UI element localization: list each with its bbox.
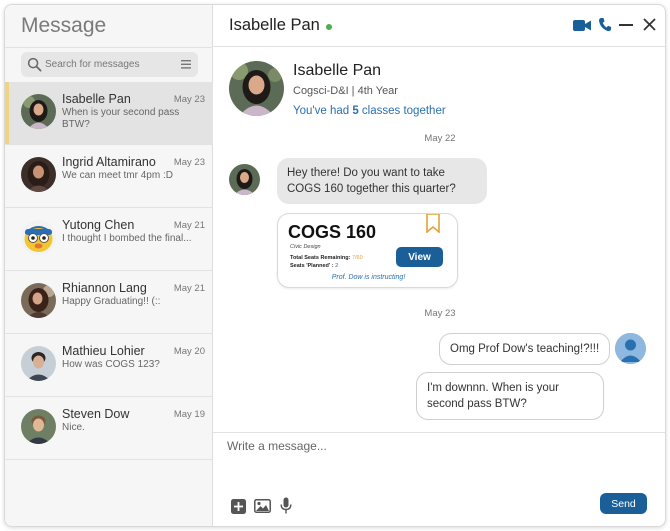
avatar [21, 220, 56, 255]
online-status-dot [326, 24, 332, 30]
message-input[interactable] [227, 439, 647, 463]
message-preview: Nice. [62, 422, 85, 433]
avatar [229, 164, 260, 195]
chat-header: Isabelle Pan [213, 5, 665, 47]
message-preview: Happy Graduating!! (:: [62, 296, 161, 307]
conversation-date: May 19 [173, 409, 205, 420]
conversation-date: May 21 [173, 283, 205, 294]
message-preview: How was COGS 123? [62, 359, 160, 370]
divider [5, 47, 213, 48]
course-code: COGS 160 [288, 222, 377, 242]
seats-planned: Seats 'Planned' : 2 [290, 263, 338, 269]
conversation-item[interactable]: Mathieu Lohier May 20 How was COGS 123? [5, 334, 213, 397]
conversation-item[interactable]: Yutong Chen May 21 I thought I bombed th… [5, 208, 213, 271]
conversation-date: May 23 [173, 94, 205, 105]
contact-name: Steven Dow [62, 407, 130, 421]
message-composer: Send [213, 432, 665, 526]
course-card[interactable]: COGS 160 Civic Design Total Seats Remain… [277, 213, 458, 288]
conversation-date: May 23 [173, 157, 205, 168]
course-note: Prof. Dow is instructing! [331, 274, 406, 281]
message-preview: When is your second pass BTW? [62, 107, 180, 130]
menu-icon[interactable] [181, 60, 191, 69]
conversation-item[interactable]: Isabelle Pan May 23 When is your second … [5, 82, 213, 145]
chat-panel: Isabelle Pan Isabelle Pan Cogsci-D&I | 4… [213, 5, 665, 526]
conversation-list: Isabelle Pan May 23 When is your second … [5, 82, 213, 460]
user-avatar [615, 333, 646, 364]
search-bar[interactable] [21, 52, 198, 77]
contact-name: Rhiannon Lang [62, 281, 147, 295]
microphone-icon[interactable] [280, 497, 292, 514]
avatar [21, 346, 56, 381]
conversation-item[interactable]: Rhiannon Lang May 21 Happy Graduating!! … [5, 271, 213, 334]
seats-remaining-label: Total Seats Remaining: [290, 255, 352, 261]
message-preview: I thought I bombed the final... [62, 233, 192, 244]
profile-photo [229, 61, 284, 116]
date-separator: May 22 [424, 133, 456, 144]
contact-name: Yutong Chen [62, 218, 135, 232]
contact-name: Isabelle Pan [62, 92, 131, 106]
bookmark-icon[interactable] [426, 214, 440, 233]
sidebar-title: Message [21, 14, 107, 37]
outgoing-message: I'm downnn. When is your second pass BTW… [416, 372, 604, 420]
image-icon[interactable] [254, 499, 271, 513]
chat-contact-name: Isabelle Pan [229, 16, 320, 34]
phone-icon[interactable] [598, 17, 612, 32]
search-input[interactable] [45, 55, 173, 74]
avatar [21, 409, 56, 444]
search-icon [27, 57, 42, 72]
course-title: Civic Design [290, 244, 321, 250]
send-button[interactable]: Send [600, 493, 647, 514]
conversation-date: May 21 [173, 220, 205, 231]
shared-classes-suffix: classes together [358, 105, 446, 117]
message-thread: Isabelle Pan Cogsci-D&I | 4th Year You'v… [213, 48, 665, 432]
shared-classes-prefix: You've had [293, 105, 353, 117]
conversation-date: May 20 [173, 346, 205, 357]
video-icon[interactable] [573, 19, 591, 32]
date-separator: May 23 [424, 308, 456, 319]
avatar [21, 94, 56, 129]
contact-name: Mathieu Lohier [62, 344, 145, 358]
seats-planned-label: Seats 'Planned' : [290, 263, 336, 269]
contact-name: Ingrid Altamirano [62, 155, 156, 169]
avatar [21, 157, 56, 192]
messaging-window: Message Search for messages Isabelle Pan… [4, 4, 666, 527]
conversation-item[interactable]: Ingrid Altamirano May 23 We can meet tmr… [5, 145, 213, 208]
seats-remaining-value: 7/60 [351, 255, 363, 261]
profile-program: Cogsci-D&I | 4th Year [293, 85, 398, 97]
sidebar: Message Search for messages Isabelle Pan… [5, 5, 213, 526]
close-icon[interactable] [643, 18, 656, 31]
avatar [21, 283, 56, 318]
seats-remaining: Total Seats Remaining: 7/60 [290, 255, 363, 261]
minimize-icon[interactable] [619, 24, 633, 27]
shared-classes[interactable]: You've had 5 classes together [293, 105, 446, 117]
seats-planned-value: 2 [335, 263, 339, 269]
conversation-item[interactable]: Steven Dow May 19 Nice. [5, 397, 213, 460]
view-button[interactable]: View [396, 247, 443, 267]
profile-name: Isabelle Pan [293, 62, 382, 79]
add-icon[interactable] [231, 499, 246, 514]
outgoing-message: Omg Prof Dow's teaching!?!!! [439, 333, 611, 365]
incoming-message: Hey there! Do you want to take COGS 160 … [277, 158, 487, 204]
message-preview: We can meet tmr 4pm :D [62, 170, 173, 181]
